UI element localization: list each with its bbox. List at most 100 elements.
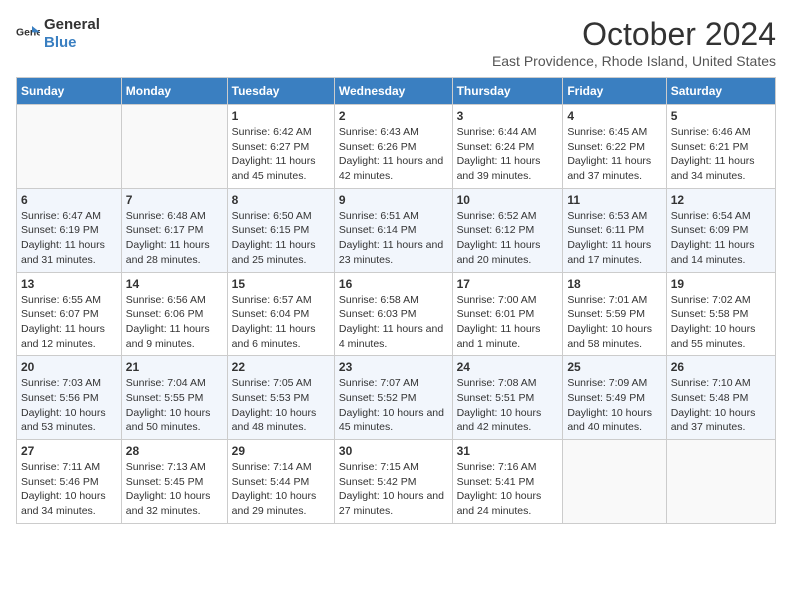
day-number: 8: [232, 193, 330, 207]
calendar-cell: [666, 440, 775, 524]
calendar-cell: 18 Sunrise: 7:01 AMSunset: 5:59 PMDayligh…: [563, 272, 666, 356]
day-number: 14: [126, 277, 223, 291]
week-row-1: 1 Sunrise: 6:42 AMSunset: 6:27 PMDaylight…: [17, 105, 776, 189]
day-info: Sunrise: 6:56 AMSunset: 6:06 PMDaylight:…: [126, 293, 223, 352]
day-info: Sunrise: 7:07 AMSunset: 5:52 PMDaylight:…: [339, 376, 448, 435]
day-info: Sunrise: 7:09 AMSunset: 5:49 PMDaylight:…: [567, 376, 661, 435]
day-number: 10: [457, 193, 559, 207]
week-row-4: 20 Sunrise: 7:03 AMSunset: 5:56 PMDayligh…: [17, 356, 776, 440]
calendar-cell: [17, 105, 122, 189]
day-number: 23: [339, 360, 448, 374]
day-number: 29: [232, 444, 330, 458]
calendar-cell: 29 Sunrise: 7:14 AMSunset: 5:44 PMDayligh…: [227, 440, 334, 524]
day-info: Sunrise: 7:03 AMSunset: 5:56 PMDaylight:…: [21, 376, 117, 435]
day-info: Sunrise: 6:43 AMSunset: 6:26 PMDaylight:…: [339, 125, 448, 184]
day-number: 1: [232, 109, 330, 123]
day-info: Sunrise: 7:13 AMSunset: 5:45 PMDaylight:…: [126, 460, 223, 519]
calendar-cell: 27Sunrise: 7:11 AMSunset: 5:46 PMDayligh…: [17, 440, 122, 524]
day-number: 25: [567, 360, 661, 374]
calendar-cell: [563, 440, 666, 524]
logo-general-text: General: [44, 16, 100, 33]
calendar-cell: 24 Sunrise: 7:08 AMSunset: 5:51 PMDayligh…: [452, 356, 563, 440]
calendar-cell: [121, 105, 227, 189]
day-number: 7: [126, 193, 223, 207]
day-info: Sunrise: 7:01 AMSunset: 5:59 PMDaylight:…: [567, 293, 661, 352]
day-number: 16: [339, 277, 448, 291]
calendar-cell: 25 Sunrise: 7:09 AMSunset: 5:49 PMDayligh…: [563, 356, 666, 440]
day-number: 12: [671, 193, 771, 207]
week-row-2: 6 Sunrise: 6:47 AMSunset: 6:19 PMDaylight…: [17, 188, 776, 272]
day-number: 9: [339, 193, 448, 207]
page-header: General General Blue October 2024 East P…: [16, 16, 776, 69]
day-info: Sunrise: 7:14 AMSunset: 5:44 PMDaylight:…: [232, 460, 330, 519]
calendar-cell: 15 Sunrise: 6:57 AMSunset: 6:04 PMDayligh…: [227, 272, 334, 356]
calendar-header-row: SundayMondayTuesdayWednesdayThursdayFrid…: [17, 78, 776, 105]
day-info: Sunrise: 7:00 AMSunset: 6:01 PMDaylight:…: [457, 293, 559, 352]
day-info: Sunrise: 7:05 AMSunset: 5:53 PMDaylight:…: [232, 376, 330, 435]
day-info: Sunrise: 7:02 AMSunset: 5:58 PMDaylight:…: [671, 293, 771, 352]
day-number: 19: [671, 277, 771, 291]
calendar-cell: 14 Sunrise: 6:56 AMSunset: 6:06 PMDayligh…: [121, 272, 227, 356]
calendar-cell: 5 Sunrise: 6:46 AMSunset: 6:21 PMDaylight…: [666, 105, 775, 189]
logo-blue-text: Blue: [44, 34, 77, 51]
main-title: October 2024: [492, 16, 776, 53]
calendar-cell: 22 Sunrise: 7:05 AMSunset: 5:53 PMDayligh…: [227, 356, 334, 440]
day-info: Sunrise: 6:58 AMSunset: 6:03 PMDaylight:…: [339, 293, 448, 352]
day-info: Sunrise: 6:48 AMSunset: 6:17 PMDaylight:…: [126, 209, 223, 268]
col-header-sunday: Sunday: [17, 78, 122, 105]
day-info: Sunrise: 6:46 AMSunset: 6:21 PMDaylight:…: [671, 125, 771, 184]
day-info: Sunrise: 7:10 AMSunset: 5:48 PMDaylight:…: [671, 376, 771, 435]
day-number: 18: [567, 277, 661, 291]
day-info: Sunrise: 7:11 AMSunset: 5:46 PMDaylight:…: [21, 460, 117, 519]
day-number: 5: [671, 109, 771, 123]
day-info: Sunrise: 7:04 AMSunset: 5:55 PMDaylight:…: [126, 376, 223, 435]
day-info: Sunrise: 6:47 AMSunset: 6:19 PMDaylight:…: [21, 209, 117, 268]
day-number: 4: [567, 109, 661, 123]
day-info: Sunrise: 6:42 AMSunset: 6:27 PMDaylight:…: [232, 125, 330, 184]
title-section: October 2024 East Providence, Rhode Isla…: [492, 16, 776, 69]
day-number: 6: [21, 193, 117, 207]
day-number: 30: [339, 444, 448, 458]
week-row-3: 13 Sunrise: 6:55 AMSunset: 6:07 PMDayligh…: [17, 272, 776, 356]
day-number: 20: [21, 360, 117, 374]
col-header-wednesday: Wednesday: [334, 78, 452, 105]
calendar-cell: 31Sunrise: 7:16 AMSunset: 5:41 PMDayligh…: [452, 440, 563, 524]
day-info: Sunrise: 6:57 AMSunset: 6:04 PMDaylight:…: [232, 293, 330, 352]
calendar-cell: 13 Sunrise: 6:55 AMSunset: 6:07 PMDayligh…: [17, 272, 122, 356]
calendar-cell: 10 Sunrise: 6:52 AMSunset: 6:12 PMDayligh…: [452, 188, 563, 272]
calendar-cell: 16 Sunrise: 6:58 AMSunset: 6:03 PMDayligh…: [334, 272, 452, 356]
calendar-cell: 4 Sunrise: 6:45 AMSunset: 6:22 PMDaylight…: [563, 105, 666, 189]
calendar-cell: 28 Sunrise: 7:13 AMSunset: 5:45 PMDayligh…: [121, 440, 227, 524]
col-header-monday: Monday: [121, 78, 227, 105]
calendar-cell: 20 Sunrise: 7:03 AMSunset: 5:56 PMDayligh…: [17, 356, 122, 440]
day-number: 13: [21, 277, 117, 291]
col-header-thursday: Thursday: [452, 78, 563, 105]
calendar-cell: 7 Sunrise: 6:48 AMSunset: 6:17 PMDaylight…: [121, 188, 227, 272]
day-info: Sunrise: 7:15 AMSunset: 5:42 PMDaylight:…: [339, 460, 448, 519]
calendar-cell: 9Sunrise: 6:51 AMSunset: 6:14 PMDaylight…: [334, 188, 452, 272]
svg-text:General: General: [16, 28, 40, 39]
calendar-cell: 17Sunrise: 7:00 AMSunset: 6:01 PMDayligh…: [452, 272, 563, 356]
day-number: 3: [457, 109, 559, 123]
subtitle: East Providence, Rhode Island, United St…: [492, 53, 776, 69]
day-number: 31: [457, 444, 559, 458]
day-number: 15: [232, 277, 330, 291]
day-number: 28: [126, 444, 223, 458]
day-number: 22: [232, 360, 330, 374]
day-number: 24: [457, 360, 559, 374]
day-number: 26: [671, 360, 771, 374]
calendar-cell: 8Sunrise: 6:50 AMSunset: 6:15 PMDaylight…: [227, 188, 334, 272]
calendar-cell: 11Sunrise: 6:53 AMSunset: 6:11 PMDayligh…: [563, 188, 666, 272]
day-info: Sunrise: 6:45 AMSunset: 6:22 PMDaylight:…: [567, 125, 661, 184]
day-info: Sunrise: 6:44 AMSunset: 6:24 PMDaylight:…: [457, 125, 559, 184]
day-info: Sunrise: 6:52 AMSunset: 6:12 PMDaylight:…: [457, 209, 559, 268]
calendar-table: SundayMondayTuesdayWednesdayThursdayFrid…: [16, 77, 776, 524]
calendar-cell: 3 Sunrise: 6:44 AMSunset: 6:24 PMDaylight…: [452, 105, 563, 189]
calendar-cell: 21Sunrise: 7:04 AMSunset: 5:55 PMDayligh…: [121, 356, 227, 440]
day-info: Sunrise: 6:55 AMSunset: 6:07 PMDaylight:…: [21, 293, 117, 352]
calendar-cell: 2Sunrise: 6:43 AMSunset: 6:26 PMDaylight…: [334, 105, 452, 189]
col-header-saturday: Saturday: [666, 78, 775, 105]
day-info: Sunrise: 7:08 AMSunset: 5:51 PMDaylight:…: [457, 376, 559, 435]
calendar-cell: 12Sunrise: 6:54 AMSunset: 6:09 PMDayligh…: [666, 188, 775, 272]
day-info: Sunrise: 6:53 AMSunset: 6:11 PMDaylight:…: [567, 209, 661, 268]
